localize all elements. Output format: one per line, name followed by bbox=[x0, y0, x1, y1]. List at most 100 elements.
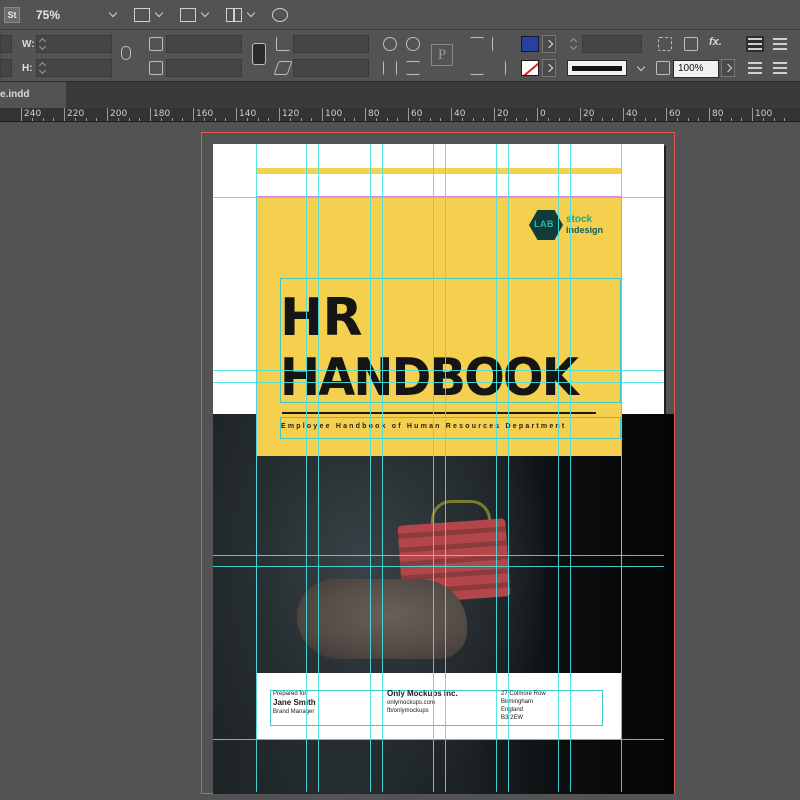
paragraph-style-icon[interactable]: P bbox=[431, 44, 453, 66]
ruler-tick bbox=[193, 108, 194, 121]
align-top-icon[interactable] bbox=[470, 37, 484, 51]
publish-online-icon[interactable] bbox=[272, 7, 289, 22]
ruler-tick-label: 20 bbox=[583, 109, 595, 119]
fill-swatch-menu-button[interactable] bbox=[542, 35, 556, 53]
rotation-angle-field[interactable] bbox=[293, 35, 369, 53]
column-guide[interactable] bbox=[318, 144, 319, 792]
distribute-right-icon[interactable] bbox=[492, 61, 506, 75]
width-field[interactable] bbox=[36, 35, 112, 53]
recipient-name: Jane Smith bbox=[273, 698, 316, 707]
column-guide[interactable] bbox=[508, 144, 509, 792]
frame-fitting-icon[interactable] bbox=[658, 37, 672, 51]
scale-x-icon[interactable] bbox=[149, 37, 163, 51]
shear-angle-field[interactable] bbox=[293, 59, 369, 77]
stroke-weight-stepper-icon[interactable] bbox=[571, 39, 577, 49]
column-guide[interactable] bbox=[558, 144, 559, 792]
company-name: Only Mockups Inc. bbox=[387, 689, 458, 698]
row-guide[interactable] bbox=[213, 382, 664, 383]
column-guide[interactable] bbox=[433, 144, 434, 792]
shear-angle-icon[interactable] bbox=[273, 61, 293, 75]
ruler-tick bbox=[666, 108, 667, 121]
y-field[interactable] bbox=[0, 59, 12, 77]
fill-swatch[interactable] bbox=[521, 36, 539, 52]
horizontal-ruler[interactable]: 240 220 200 180 160 140 120 100 80 60 40 20 0 20 40 60 8… bbox=[0, 108, 800, 122]
pasteboard[interactable]: LAB stock indesign HR HANDBOOK Employee … bbox=[0, 122, 800, 800]
flip-horizontal-icon[interactable] bbox=[383, 61, 397, 75]
stroke-type-chevron-down-icon[interactable] bbox=[636, 62, 646, 72]
opacity-menu-button[interactable] bbox=[721, 59, 735, 77]
effects-icon[interactable]: fx. bbox=[709, 36, 722, 48]
stroke-type-dropdown[interactable] bbox=[567, 60, 627, 76]
drop-shadow-icon[interactable] bbox=[684, 37, 698, 51]
column-guide[interactable] bbox=[306, 144, 307, 792]
ruler-tick-label: 40 bbox=[454, 109, 466, 119]
ruler-tick bbox=[107, 108, 108, 121]
row-guide[interactable] bbox=[213, 370, 664, 371]
stroke-swatch-menu-button[interactable] bbox=[542, 59, 556, 77]
align-center-icon[interactable] bbox=[748, 62, 762, 74]
ruler-tick-label: 20 bbox=[497, 109, 509, 119]
application-bar: St 75% bbox=[0, 0, 800, 30]
ruler-tick bbox=[150, 108, 151, 121]
ruler-tick bbox=[236, 108, 237, 121]
document-tab[interactable]: e.indd bbox=[0, 82, 66, 108]
column-guide[interactable] bbox=[621, 144, 622, 792]
constrain-proportions-icon[interactable] bbox=[121, 46, 131, 60]
opacity-field[interactable]: 100% bbox=[673, 60, 719, 78]
column-guide[interactable] bbox=[256, 144, 257, 792]
scale-y-icon[interactable] bbox=[149, 61, 163, 75]
ruler-tick bbox=[709, 108, 710, 121]
rotate-clockwise-icon[interactable] bbox=[383, 37, 397, 51]
ruler-tick bbox=[365, 108, 366, 121]
scale-x-field[interactable] bbox=[166, 35, 242, 53]
height-field[interactable] bbox=[36, 59, 112, 77]
ruler-tick bbox=[408, 108, 409, 121]
ruler-tick bbox=[21, 108, 22, 121]
row-guide[interactable] bbox=[213, 555, 664, 556]
view-options-icon[interactable] bbox=[134, 7, 151, 22]
ruler-tick-label: 80 bbox=[712, 109, 724, 119]
width-stepper-icon[interactable] bbox=[40, 39, 46, 49]
flip-vertical-icon[interactable] bbox=[406, 61, 420, 75]
constrain-scale-icon[interactable] bbox=[252, 43, 266, 65]
view-chevron-down-icon[interactable] bbox=[154, 8, 164, 18]
ruler-tick-label: 60 bbox=[411, 109, 423, 119]
ruler-tick bbox=[623, 108, 624, 121]
justify-all-lines-icon[interactable] bbox=[773, 38, 787, 50]
scale-y-field[interactable] bbox=[166, 59, 242, 77]
width-label: W: bbox=[22, 39, 35, 50]
column-guide[interactable] bbox=[445, 144, 446, 792]
ruler-tick-label: 40 bbox=[626, 109, 638, 119]
distribute-left-icon[interactable] bbox=[492, 37, 506, 51]
ruler-tick bbox=[64, 108, 65, 121]
x-field[interactable] bbox=[0, 35, 12, 53]
align-right-icon[interactable] bbox=[773, 62, 787, 74]
zoom-chevron-down-icon[interactable] bbox=[108, 8, 118, 18]
row-guide[interactable] bbox=[213, 566, 664, 567]
arrange-documents-icon[interactable] bbox=[226, 7, 243, 22]
column-guide[interactable] bbox=[382, 144, 383, 792]
stroke-swatch[interactable] bbox=[521, 60, 539, 76]
align-bottom-icon[interactable] bbox=[470, 61, 484, 75]
opacity-icon[interactable] bbox=[656, 61, 670, 75]
rotation-angle-icon[interactable] bbox=[276, 37, 290, 51]
column-guide[interactable] bbox=[496, 144, 497, 792]
column-guide[interactable] bbox=[370, 144, 371, 792]
screen-mode-icon[interactable] bbox=[180, 7, 197, 22]
row-guide[interactable] bbox=[213, 197, 664, 198]
height-stepper-icon[interactable] bbox=[40, 63, 46, 73]
screen-mode-chevron-down-icon[interactable] bbox=[200, 8, 210, 18]
title-divider bbox=[282, 412, 596, 414]
zoom-level[interactable]: 75% bbox=[36, 8, 60, 22]
arrange-chevron-down-icon[interactable] bbox=[246, 8, 256, 18]
document-tab-strip: e.indd bbox=[0, 82, 800, 108]
top-yellow-strip[interactable] bbox=[256, 168, 621, 174]
stock-logo-icon[interactable]: St bbox=[4, 6, 20, 23]
column-guide[interactable] bbox=[570, 144, 571, 792]
document-tab-name: e.indd bbox=[0, 89, 30, 100]
stroke-weight-field[interactable] bbox=[582, 35, 642, 53]
align-away-spine-icon[interactable] bbox=[746, 36, 764, 52]
row-guide[interactable] bbox=[213, 739, 664, 740]
title-line-2: HANDBOOK bbox=[280, 348, 579, 408]
rotate-counterclockwise-icon[interactable] bbox=[406, 37, 420, 51]
